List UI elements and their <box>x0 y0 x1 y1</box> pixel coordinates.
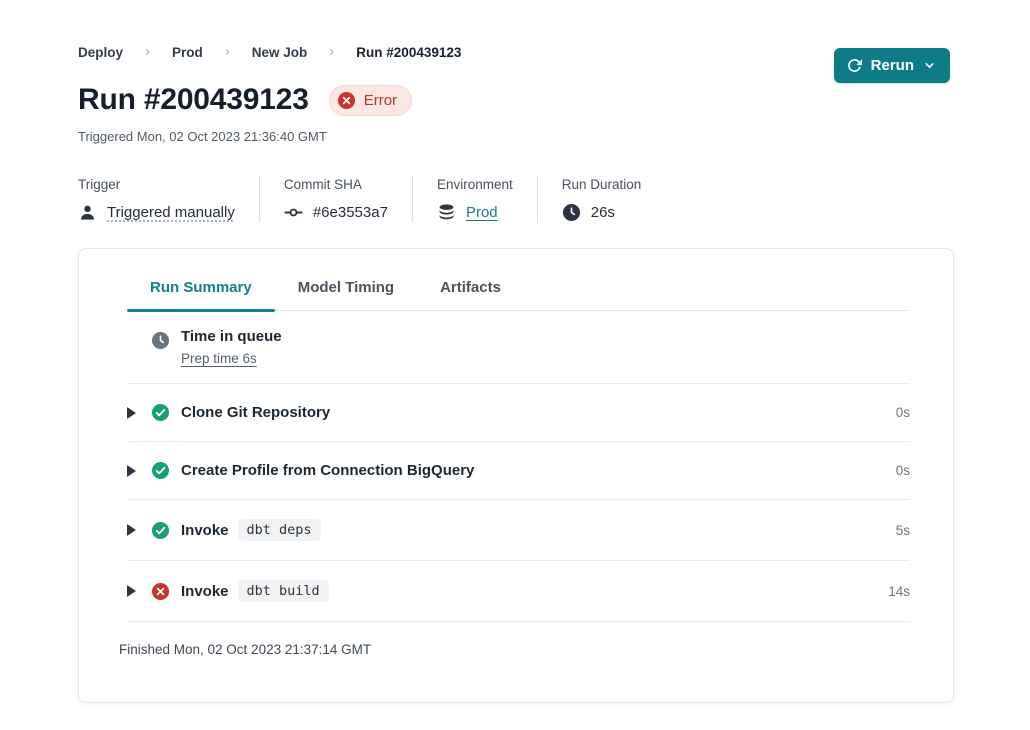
step-duration: 14s <box>888 584 910 599</box>
step-label: Invoke <box>181 522 229 539</box>
clock-icon <box>562 203 581 222</box>
success-check-icon <box>151 403 170 422</box>
prep-time-link[interactable]: Prep time 6s <box>181 351 257 366</box>
tab-artifacts[interactable]: Artifacts <box>417 279 524 310</box>
step-label: Invoke <box>181 583 229 600</box>
commit-icon <box>284 203 303 222</box>
environment-value-link[interactable]: Prod <box>466 204 498 221</box>
success-check-icon <box>151 461 170 480</box>
chevron-right-icon: › <box>329 43 334 60</box>
title-row: Run #200439123 Error <box>78 83 952 117</box>
commit-sha-label: Commit SHA <box>284 177 388 192</box>
metadata-trigger: Trigger Triggered manually <box>78 177 235 222</box>
chevron-down-icon <box>923 59 936 72</box>
breadcrumb: Deploy › Prod › New Job › Run #200439123 <box>78 44 952 61</box>
time-in-queue-title: Time in queue <box>181 328 282 345</box>
commit-sha-value: #6e3553a7 <box>313 204 388 221</box>
page-title: Run #200439123 <box>78 83 309 117</box>
step-duration: 0s <box>896 463 910 478</box>
expand-toggle-icon[interactable] <box>127 524 143 536</box>
expand-toggle-icon[interactable] <box>127 585 143 597</box>
chevron-right-icon: › <box>225 43 230 60</box>
error-circle-icon <box>337 91 356 110</box>
metadata-environment: Environment Prod <box>437 177 513 222</box>
run-detail-page: Deploy › Prod › New Job › Run #200439123… <box>0 0 1030 703</box>
breadcrumb-item-prod[interactable]: Prod <box>172 45 203 60</box>
vertical-divider <box>537 176 538 222</box>
status-badge: Error <box>329 85 412 116</box>
run-summary-card: Run Summary Model Timing Artifacts Time … <box>78 248 954 703</box>
expand-toggle-icon[interactable] <box>127 465 143 477</box>
clock-icon <box>151 331 170 350</box>
step-command-chip: dbt build <box>238 580 329 602</box>
tab-bar: Run Summary Model Timing Artifacts <box>127 279 910 311</box>
step-label: Create Profile from Connection BigQuery <box>181 462 474 479</box>
breadcrumb-item-deploy[interactable]: Deploy <box>78 45 123 60</box>
step-row-invoke-dbt-build[interactable]: Invoke dbt build 14s <box>127 561 910 622</box>
time-in-queue-row: Time in queue Prep time 6s <box>127 311 910 384</box>
vertical-divider <box>412 176 413 222</box>
breadcrumb-item-new-job[interactable]: New Job <box>252 45 308 60</box>
tab-run-summary[interactable]: Run Summary <box>127 279 275 310</box>
database-icon <box>437 203 456 222</box>
step-duration: 0s <box>896 405 910 420</box>
run-duration-value: 26s <box>591 204 615 221</box>
step-label: Clone Git Repository <box>181 404 330 421</box>
run-step-list: Time in queue Prep time 6s Clone Git Rep… <box>127 311 910 622</box>
finished-timestamp: Finished Mon, 02 Oct 2023 21:37:14 GMT <box>119 622 910 657</box>
person-icon <box>78 203 97 222</box>
expand-toggle-icon[interactable] <box>127 407 143 419</box>
step-duration: 5s <box>896 523 910 538</box>
run-duration-label: Run Duration <box>562 177 642 192</box>
trigger-label: Trigger <box>78 177 235 192</box>
trigger-value[interactable]: Triggered manually <box>107 204 235 221</box>
rerun-button[interactable]: Rerun <box>834 48 950 83</box>
success-check-icon <box>151 521 170 540</box>
error-circle-icon <box>151 582 170 601</box>
environment-label: Environment <box>437 177 513 192</box>
metadata-commit-sha: Commit SHA #6e3553a7 <box>284 177 388 222</box>
rerun-button-label: Rerun <box>871 57 914 74</box>
step-command-chip: dbt deps <box>238 519 321 541</box>
status-badge-label: Error <box>364 92 397 109</box>
triggered-timestamp: Triggered Mon, 02 Oct 2023 21:36:40 GMT <box>78 129 952 144</box>
run-metadata-row: Trigger Triggered manually Commit SHA #6… <box>78 176 952 222</box>
step-row-clone-git-repository[interactable]: Clone Git Repository 0s <box>127 384 910 442</box>
tab-model-timing[interactable]: Model Timing <box>275 279 417 310</box>
chevron-right-icon: › <box>145 43 150 60</box>
step-row-invoke-dbt-deps[interactable]: Invoke dbt deps 5s <box>127 500 910 561</box>
refresh-icon <box>847 58 862 73</box>
step-row-create-profile-bigquery[interactable]: Create Profile from Connection BigQuery … <box>127 442 910 500</box>
vertical-divider <box>259 176 260 222</box>
metadata-run-duration: Run Duration 26s <box>562 177 642 222</box>
breadcrumb-item-current-run: Run #200439123 <box>356 45 461 60</box>
